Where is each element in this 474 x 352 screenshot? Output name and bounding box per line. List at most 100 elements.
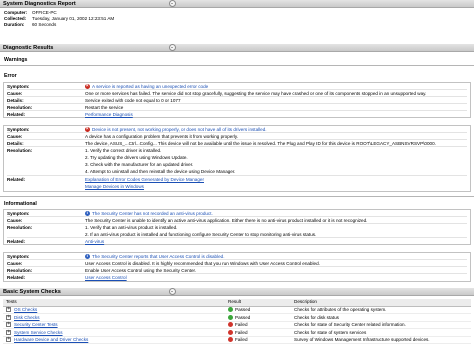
cause-row: Cause: One or more services has failed. …: [7, 91, 467, 97]
resolution-text: Restart the service: [85, 105, 124, 110]
result-text: Failed: [235, 329, 248, 335]
collapse-checks-button[interactable]: [169, 288, 176, 295]
resolution-label: Resolution:: [7, 105, 33, 110]
info-icon: [85, 254, 90, 259]
description-text: Checks for disk status: [291, 313, 471, 322]
warnings-heading: Warnings: [4, 57, 28, 63]
cause-row: Cause: The Security Center is unable to …: [7, 218, 467, 224]
expand-icon[interactable]: [6, 329, 11, 335]
expand-icon[interactable]: [6, 321, 11, 327]
related-link[interactable]: User Access Control: [85, 275, 127, 281]
symptom-link[interactable]: Device is not present, not working prope…: [92, 127, 267, 132]
collapse-report-button[interactable]: [169, 0, 176, 7]
error-icon: [85, 84, 90, 89]
info-card: Symptom: The Security Center has not rec…: [3, 209, 471, 245]
resolution-step: 2. If an anti-virus product is installed…: [85, 232, 317, 237]
related-row: Related: User Access Control: [7, 275, 467, 281]
symptom-row: Symptom: A service is reported as having…: [7, 84, 467, 90]
collected-row: Collected: Tuesday, January 01, 2002 12:2…: [4, 16, 114, 22]
cause-label: Cause:: [7, 261, 23, 266]
passed-icon: [228, 314, 233, 320]
duration-value: 60 Seconds: [32, 22, 57, 27]
divider: [0, 65, 474, 66]
test-link[interactable]: Disk Checks: [14, 315, 40, 320]
symptom-label: Symptom:: [7, 254, 30, 259]
resolution-step: 1. Verify the correct driver is installe…: [85, 148, 162, 153]
related-link[interactable]: Anti-virus: [85, 239, 104, 245]
test-link[interactable]: Security Center Tests: [14, 322, 58, 327]
cause-row: Cause: A device has a configuration prob…: [7, 134, 467, 140]
resolution-label: Resolution:: [7, 268, 33, 273]
related-link[interactable]: Manage Devices in Windows: [85, 184, 144, 190]
column-header-result[interactable]: Result: [225, 299, 291, 307]
symptom-row: Symptom: The Security Center has not rec…: [7, 211, 467, 217]
result-text: Failed: [235, 337, 248, 343]
resolution-row: 3. Check with the manufacturer for an up…: [7, 162, 467, 168]
related-link[interactable]: Performance Diagnosis: [85, 112, 133, 118]
related-row: Related: Performance Diagnosis: [7, 112, 467, 118]
table-row: Hardware Device and Driver Checks Failed…: [3, 336, 471, 345]
symptom-row: Symptom: The Security Center reports tha…: [7, 254, 467, 260]
cause-row: Cause: User Access Control is disabled. …: [7, 261, 467, 267]
table-row: Disk Checks Passed Checks for disk statu…: [3, 313, 471, 322]
related-label: Related:: [7, 239, 26, 244]
symptom-row: Symptom: Device is not present, not work…: [7, 127, 467, 133]
related-row: Manage Devices in Windows: [7, 184, 467, 190]
resolution-row: Resolution: 1. Verify that an anti-virus…: [7, 225, 467, 231]
details-label: Details:: [7, 98, 24, 103]
symptom-label: Symptom:: [7, 127, 30, 132]
divider: [0, 196, 474, 197]
symptom-link[interactable]: The Security Center reports that User Ac…: [92, 254, 225, 259]
related-label: Related:: [7, 275, 26, 280]
result-text: Passed: [235, 306, 251, 312]
resolution-text: Enable User Access Control using the Sec…: [85, 268, 197, 273]
cause-label: Cause:: [7, 91, 23, 96]
column-header-description[interactable]: Description: [291, 299, 471, 307]
table-row: Security Center Tests Failed Checks for …: [3, 321, 471, 330]
resolution-step: 4. Attempt to uninstall and then reinsta…: [85, 169, 236, 174]
details-row: Details: Service exited with code not eq…: [7, 98, 467, 104]
collapse-results-button[interactable]: [169, 44, 176, 51]
table-row: System Service Checks Failed Checks for …: [3, 328, 471, 337]
symptom-label: Symptom:: [7, 84, 30, 89]
column-header-tests[interactable]: Tests: [3, 299, 225, 307]
resolution-step: 3. Check with the manufacturer for an up…: [85, 162, 194, 167]
resolution-label: Resolution:: [7, 225, 33, 230]
test-link[interactable]: Hardware Device and Driver Checks: [14, 337, 88, 342]
resolution-step: 2. Try updating the drivers using Window…: [85, 155, 188, 160]
symptom-label: Symptom:: [7, 211, 30, 216]
expand-icon[interactable]: [6, 306, 11, 312]
expand-icon[interactable]: [6, 314, 11, 320]
description-text: Survey of Windows Management Infrastruct…: [291, 336, 471, 345]
duration-label: Duration:: [4, 22, 25, 27]
related-link[interactable]: Explanation of Error Codes Generated by …: [85, 177, 204, 183]
resolution-row: Resolution: 1. Verify the correct driver…: [7, 148, 467, 154]
error-icon: [85, 127, 90, 132]
details-label: Details:: [7, 141, 24, 146]
cause-text: A device has a configuration problem tha…: [85, 134, 239, 139]
result-text: Failed: [235, 322, 248, 328]
related-row: Related: Explanation of Error Codes Gene…: [7, 177, 467, 183]
resolution-row: 2. Try updating the drivers using Window…: [7, 155, 467, 161]
expand-icon[interactable]: [6, 336, 11, 343]
failed-icon: [228, 337, 233, 343]
test-link[interactable]: OS Checks: [14, 307, 37, 312]
description-text: Checks for attributes of the operating s…: [291, 306, 471, 315]
computer-value: OFFICE-PC: [32, 10, 57, 15]
description-text: Checks for state of Security Center rela…: [291, 321, 471, 330]
resolution-step: 1. Verify that an anti-virus product is …: [85, 225, 178, 230]
cause-text: User Access Control is disabled. It is h…: [85, 261, 320, 266]
basic-checks-header: Basic System Checks: [0, 288, 474, 296]
computer-label: Computer:: [4, 10, 28, 15]
info-icon: [85, 211, 90, 216]
test-link[interactable]: System Service Checks: [14, 330, 63, 335]
collected-label: Collected:: [4, 16, 27, 21]
details-text: Service exited with code not equal to 0 …: [85, 98, 181, 103]
error-card: Symptom: Device is not present, not work…: [3, 125, 471, 192]
symptom-link[interactable]: The Security Center has not recorded an …: [92, 211, 213, 216]
symptom-link[interactable]: A service is reported as having an unexp…: [92, 84, 208, 89]
cause-label: Cause:: [7, 218, 23, 223]
resolution-row: Resolution: Enable User Access Control u…: [7, 268, 467, 274]
report-title: System Diagnostics Report: [3, 1, 76, 7]
details-text: The device, ASUS_...Ctrl...Config... Thi…: [85, 141, 436, 146]
